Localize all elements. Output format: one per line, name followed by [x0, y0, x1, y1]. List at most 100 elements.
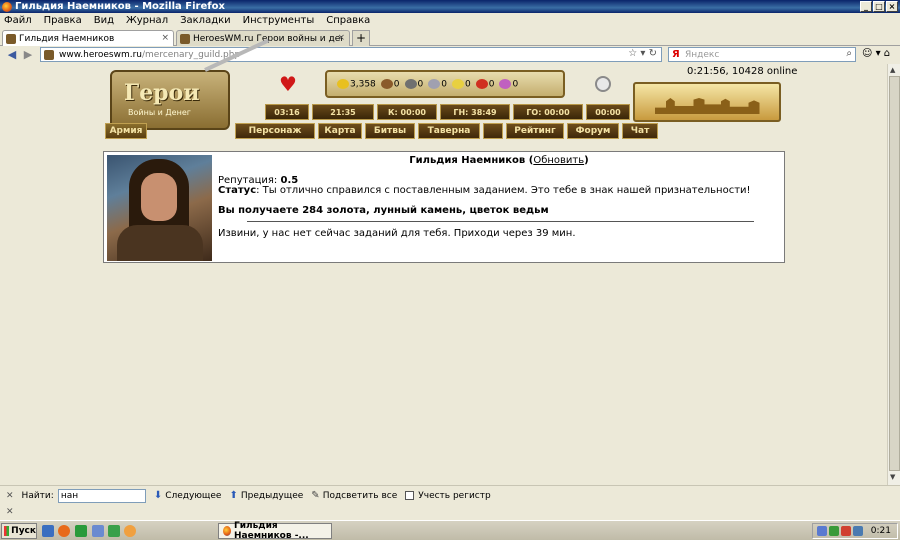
- wood-icon: [380, 78, 393, 89]
- menu-view[interactable]: Вид: [94, 15, 114, 26]
- close-tab-icon[interactable]: ×: [161, 33, 169, 43]
- ore-resource: 0: [404, 78, 423, 89]
- site-favicon-icon: [6, 33, 16, 44]
- utorrent-quicklaunch-icon[interactable]: [108, 525, 120, 537]
- taskbar: Пуск Гильдия Наемников -... 0:21: [0, 520, 900, 540]
- online-status: 0:21:56, 10428 online: [687, 66, 798, 77]
- gems-icon: [499, 78, 512, 89]
- highlight-all-button[interactable]: ✎ Подсветить все: [311, 490, 397, 501]
- nav-rating[interactable]: Рейтинг: [506, 123, 564, 139]
- mercenary-portrait: [107, 155, 212, 261]
- gold-resource: 3,358: [337, 78, 376, 89]
- window-titlebar: Гильдия Наемников - Mozilla Firefox _ □ …: [0, 0, 900, 13]
- timer-go: ГО: 00:00: [513, 104, 583, 120]
- divider: [247, 221, 754, 222]
- match-case-checkbox[interactable]: Учесть регистр: [405, 491, 491, 501]
- nav-character[interactable]: Персонаж: [235, 123, 315, 139]
- antivirus-icon[interactable]: [841, 526, 851, 536]
- arrow-down-icon: ⬇: [153, 490, 163, 501]
- timer-last: 00:00: [586, 104, 630, 120]
- explorer-quicklaunch-icon[interactable]: [92, 525, 104, 537]
- nav-battles[interactable]: Битвы: [365, 123, 415, 139]
- scroll-down-icon[interactable]: ▼: [890, 473, 895, 481]
- bookmark-star-icon[interactable]: ☆ ▾ ↻: [628, 48, 657, 59]
- menu-bookmarks[interactable]: Закладки: [180, 15, 231, 26]
- search-icon[interactable]: ⌕: [846, 48, 852, 59]
- nav-forum[interactable]: Форум: [567, 123, 619, 139]
- search-input[interactable]: Я Яндекс ⌕: [668, 47, 856, 62]
- checkbox-icon[interactable]: [405, 491, 415, 500]
- site-identity-icon[interactable]: [44, 50, 54, 60]
- find-prev-button[interactable]: ⬆ Предыдущее: [229, 490, 303, 501]
- start-button[interactable]: Пуск: [1, 523, 37, 539]
- game-header: Герои Войны и Денег ♥ 3,358 0 0 0 0 0 0 …: [105, 38, 785, 144]
- find-bar: ✕ Найти: нан ⬇ Следующее ⬆ Предыдущее ✎ Под…: [0, 485, 900, 505]
- status-label: Статус: [218, 185, 257, 196]
- highlight-icon: ✎: [311, 490, 320, 501]
- search-placeholder: Яндекс: [685, 49, 720, 60]
- clock: 0:21: [870, 526, 891, 536]
- utorrent-tray-icon[interactable]: [829, 526, 839, 536]
- windows-logo-icon: [4, 526, 10, 536]
- back-arrow-icon[interactable]: ◀: [4, 48, 20, 61]
- wood-resource: 0: [380, 78, 400, 89]
- yandex-icon[interactable]: Я: [672, 49, 680, 60]
- navigation-bar: ◀ ▶ www.heroeswm.ru/mercenary_guild.php …: [0, 46, 900, 64]
- refresh-link[interactable]: Обновить: [533, 155, 584, 166]
- tab-mercenary-guild[interactable]: Гильдия Наемников ×: [2, 30, 174, 46]
- find-next-button[interactable]: ⬇ Следующее: [154, 490, 222, 501]
- ring-icon[interactable]: [595, 76, 611, 92]
- nav-blank[interactable]: [483, 123, 503, 139]
- gems-resource: 0: [499, 78, 518, 89]
- scroll-up-icon[interactable]: ▲: [890, 66, 895, 74]
- logo-subtitle: Войны и Денег: [128, 108, 191, 117]
- vertical-scrollbar[interactable]: ▲ ▼: [887, 64, 900, 485]
- logo-title: Герои: [124, 80, 200, 106]
- menu-tools[interactable]: Инструменты: [243, 15, 315, 26]
- scroll-thumb[interactable]: [889, 76, 900, 471]
- page-content: Герои Войны и Денег ♥ 3,358 0 0 0 0 0 0 …: [0, 38, 887, 485]
- maximize-button[interactable]: □: [873, 1, 885, 12]
- menu-bar: Файл Правка Вид Журнал Закладки Инструме…: [0, 13, 900, 28]
- forward-arrow-icon[interactable]: ▶: [20, 48, 36, 61]
- url-bar[interactable]: www.heroeswm.ru/mercenary_guild.php ☆ ▾ …: [40, 47, 662, 62]
- nav-tavern[interactable]: Таверна: [418, 123, 480, 139]
- close-findbar-icon[interactable]: ✕: [6, 491, 14, 501]
- timer-k: К: 00:00: [377, 104, 437, 120]
- find-label: Найти:: [21, 490, 54, 501]
- tab-bar: Гильдия Наемников × HeroesWM.ru Герои во…: [0, 28, 900, 46]
- menu-file[interactable]: Файл: [4, 15, 32, 26]
- desktop-icon[interactable]: [42, 525, 54, 537]
- no-jobs-text: Извини, у нас нет сейчас заданий для теб…: [218, 228, 576, 239]
- chrome-quicklaunch-icon[interactable]: [124, 525, 136, 537]
- status-text: : Ты отлично справился с поставленным за…: [256, 185, 751, 196]
- statusbar-close-icon[interactable]: ✕: [6, 507, 14, 517]
- firefox-quicklaunch-icon[interactable]: [58, 525, 70, 537]
- firefox-icon: [2, 1, 12, 12]
- arrow-up-icon: ⬆: [229, 490, 238, 501]
- nav-map[interactable]: Карта: [318, 123, 362, 139]
- minimize-button[interactable]: _: [860, 1, 872, 12]
- window-controls: _ □ ×: [860, 1, 898, 12]
- volume-icon[interactable]: [853, 526, 863, 536]
- crystals-icon: [475, 78, 488, 89]
- menu-help[interactable]: Справка: [326, 15, 370, 26]
- app-quicklaunch-icon[interactable]: [75, 525, 87, 537]
- nav-army[interactable]: Армия: [105, 123, 147, 139]
- menu-edit[interactable]: Правка: [44, 15, 82, 26]
- castle-banner: [633, 82, 781, 122]
- site-favicon-icon: [180, 33, 190, 44]
- taskbar-firefox-task[interactable]: Гильдия Наемников -...: [218, 521, 332, 540]
- health-heart-icon: ♥: [279, 72, 297, 96]
- home-icon[interactable]: ☺ ▾ ⌂: [862, 48, 890, 59]
- game-logo[interactable]: Герои Войны и Денег: [110, 70, 230, 130]
- close-tab-icon[interactable]: ×: [337, 33, 345, 43]
- resources-panel: 3,358 0 0 0 0 0 0: [325, 70, 565, 98]
- close-window-button[interactable]: ×: [886, 1, 898, 12]
- new-tab-button[interactable]: +: [352, 30, 370, 46]
- menu-history[interactable]: Журнал: [126, 15, 168, 26]
- window-title: Гильдия Наемников - Mozilla Firefox: [15, 1, 225, 12]
- find-input[interactable]: нан: [57, 488, 146, 503]
- network-icon[interactable]: [817, 526, 827, 536]
- nav-chat[interactable]: Чат: [622, 123, 658, 139]
